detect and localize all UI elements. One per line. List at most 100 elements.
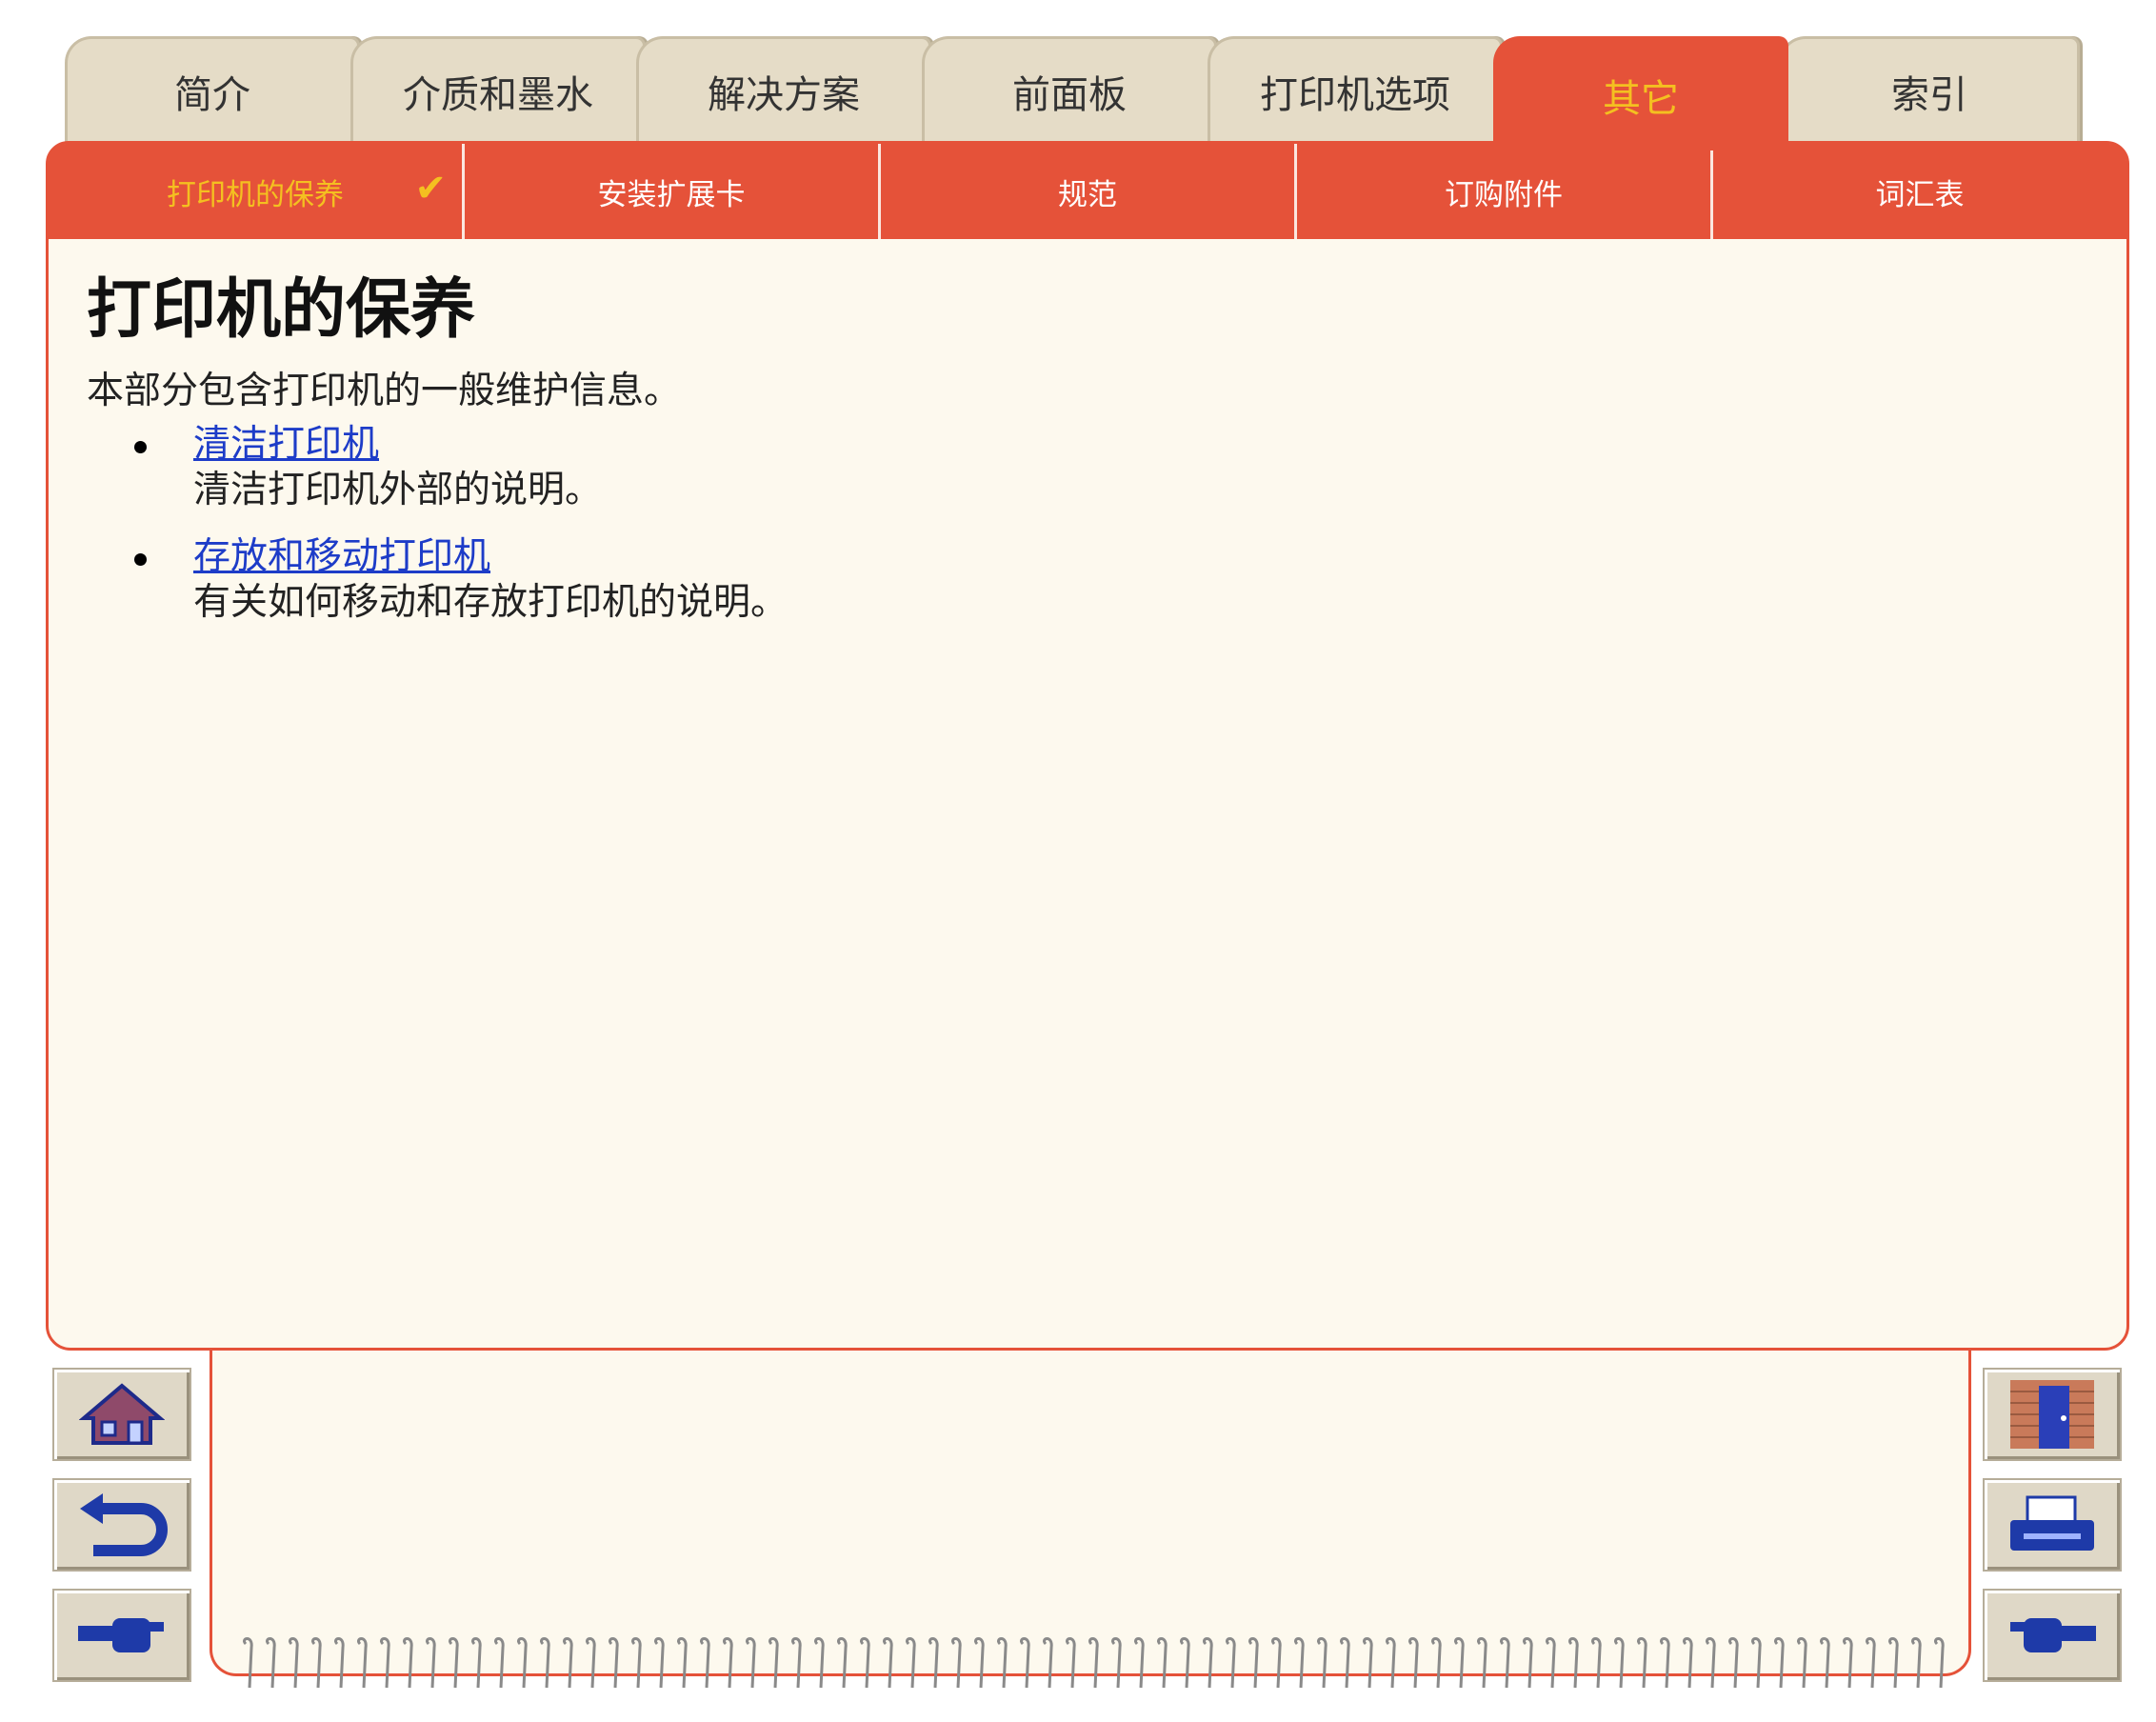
spiral-loop	[997, 1637, 1008, 1689]
spiral-loop	[654, 1637, 665, 1689]
subtab-glossary[interactable]: 词汇表	[1710, 144, 2126, 239]
spiral-loop	[517, 1637, 528, 1689]
spiral-loop	[1248, 1637, 1259, 1689]
spiral-loop	[814, 1637, 825, 1689]
tab-label: 打印机选项	[1260, 72, 1450, 117]
spiral-loop	[1088, 1637, 1099, 1689]
spiral-loop	[677, 1637, 688, 1689]
spiral-loop	[426, 1637, 436, 1689]
list-item: 存放和移动打印机 有关如何移动和存放打印机的说明。	[134, 534, 788, 626]
subtab-order-accessories[interactable]: 订购附件	[1294, 144, 1710, 239]
back-button[interactable]	[52, 1478, 191, 1572]
spiral-loop	[586, 1637, 596, 1689]
spiral-loop	[1203, 1637, 1213, 1689]
spiral-loop	[1111, 1637, 1122, 1689]
back-icon	[80, 1493, 168, 1556]
tab-other[interactable]: 其它	[1493, 36, 1788, 150]
tab-label: 解决方案	[708, 72, 860, 117]
spiral-loop	[243, 1637, 253, 1689]
spiral-loop	[403, 1637, 413, 1689]
spiral-loop	[1614, 1637, 1625, 1689]
tab-index[interactable]: 索引	[1779, 36, 2080, 143]
tab-printer-options[interactable]: 打印机选项	[1208, 36, 1503, 143]
tab-media-ink[interactable]: 介质和墨水	[350, 36, 646, 143]
spiral-loop	[1568, 1637, 1579, 1689]
spiral-loop	[883, 1637, 893, 1689]
spiral-loop	[1774, 1637, 1785, 1689]
spiral-loop	[1866, 1637, 1876, 1689]
subtab-label: 订购附件	[1445, 177, 1563, 212]
subtab-install-card[interactable]: 安装扩展卡	[462, 144, 878, 239]
home-icon	[79, 1383, 165, 1445]
home-button[interactable]	[52, 1368, 191, 1461]
spiral-loop	[1546, 1637, 1556, 1689]
tab-label: 简介	[174, 72, 250, 117]
spiral-loop	[1843, 1637, 1853, 1689]
tab-label: 介质和墨水	[403, 72, 593, 117]
spiral-loop	[1820, 1637, 1830, 1689]
spiral-loop	[563, 1637, 573, 1689]
spiral-loop	[1386, 1637, 1396, 1689]
spiral-loop	[769, 1637, 779, 1689]
spiral-loop	[494, 1637, 505, 1689]
spiral-loop	[791, 1637, 802, 1689]
spiral-loop	[1454, 1637, 1465, 1689]
tab-solutions[interactable]: 解决方案	[636, 36, 931, 143]
spiral-loop	[1523, 1637, 1533, 1689]
spiral-loop	[928, 1637, 939, 1689]
spiral-loop	[1226, 1637, 1236, 1689]
subtab-specifications[interactable]: 规范	[878, 144, 1294, 239]
exit-button[interactable]	[1983, 1368, 2122, 1461]
tab-front-panel[interactable]: 前面板	[922, 36, 1217, 143]
spiral-loop	[1180, 1637, 1190, 1689]
next-hand-icon	[2010, 1618, 2096, 1652]
spiral-binding	[243, 1637, 1945, 1689]
spiral-loop	[1340, 1637, 1350, 1689]
subnav-bar: 打印机的保养 ✔ 安装扩展卡 规范 订购附件 词汇表	[49, 144, 2126, 239]
spiral-loop	[334, 1637, 345, 1689]
spiral-loop	[860, 1637, 870, 1689]
spiral-loop	[1408, 1637, 1419, 1689]
printer-icon	[2010, 1495, 2094, 1551]
subtab-label: 打印机的保养	[167, 177, 344, 212]
spiral-loop	[837, 1637, 848, 1689]
tab-label: 索引	[1891, 72, 1967, 117]
previous-button[interactable]	[52, 1589, 191, 1682]
link-store-move-printer[interactable]: 存放和移动打印机	[193, 534, 788, 580]
spiral-loop	[1706, 1637, 1716, 1689]
link-clean-printer[interactable]: 清洁打印机	[193, 422, 788, 468]
spiral-loop	[471, 1637, 482, 1689]
tab-intro[interactable]: 简介	[65, 36, 360, 143]
content-panel: 打印机的保养 ✔ 安装扩展卡 规范 订购附件 词汇表 打印机的保养 本部分包含打…	[46, 141, 2129, 1351]
forward-hand-icon	[78, 1618, 164, 1652]
item-description: 有关如何移动和存放打印机的说明。	[193, 581, 789, 624]
item-description: 清洁打印机外部的说明。	[193, 469, 603, 511]
checkmark-icon: ✔	[414, 167, 447, 210]
spiral-loop	[1728, 1637, 1739, 1689]
spiral-loop	[631, 1637, 642, 1689]
spiral-loop	[357, 1637, 368, 1689]
tab-label: 前面板	[1012, 72, 1127, 117]
tab-label: 其它	[1603, 76, 1679, 121]
spiral-loop	[1134, 1637, 1145, 1689]
spiral-loop	[311, 1637, 322, 1689]
spiral-loop	[1431, 1637, 1442, 1689]
spiral-loop	[723, 1637, 733, 1689]
spiral-loop	[1020, 1637, 1030, 1689]
print-button[interactable]	[1983, 1478, 2122, 1572]
spiral-loop	[1271, 1637, 1282, 1689]
spiral-loop	[1888, 1637, 1899, 1689]
spiral-loop	[1911, 1637, 1922, 1689]
spiral-loop	[1500, 1637, 1510, 1689]
next-button[interactable]	[1983, 1589, 2122, 1682]
spiral-loop	[289, 1637, 299, 1689]
subtab-printer-maintenance[interactable]: 打印机的保养 ✔	[49, 144, 462, 239]
spiral-loop	[1683, 1637, 1693, 1689]
spiral-loop	[380, 1637, 390, 1689]
spiral-loop	[906, 1637, 916, 1689]
spiral-loop	[1477, 1637, 1487, 1689]
spiral-loop	[974, 1637, 985, 1689]
spiral-loop	[1591, 1637, 1602, 1689]
spiral-loop	[1660, 1637, 1670, 1689]
spiral-loop	[609, 1637, 619, 1689]
